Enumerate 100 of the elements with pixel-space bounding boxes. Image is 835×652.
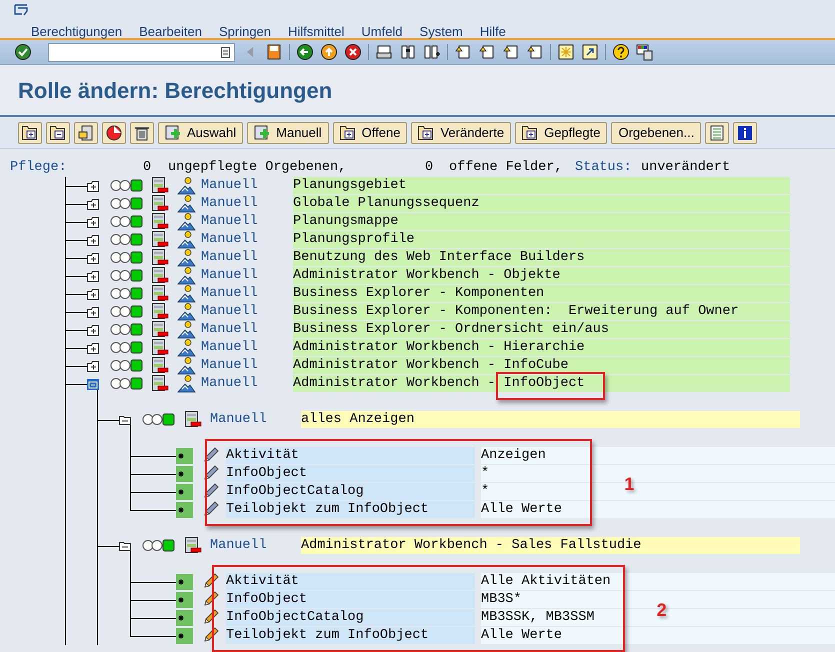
document-icon — [152, 339, 169, 356]
help-icon[interactable] — [612, 43, 630, 61]
person-mountain-icon — [177, 177, 196, 195]
info-icon[interactable] — [733, 122, 758, 144]
binoculars-icon[interactable] — [399, 43, 417, 61]
expand-icon[interactable] — [87, 361, 99, 372]
maintenance-label[interactable]: Manuell — [201, 249, 258, 267]
document-icon — [152, 213, 169, 230]
toolbar-button[interactable]: Auswahl — [158, 122, 244, 144]
field-value: Alle Werte — [481, 501, 835, 518]
menu-item[interactable]: Berechtigungen — [31, 22, 122, 42]
tree-node-text: Administrator Workbench - InfoCube — [293, 357, 790, 374]
status-lights-icon — [110, 359, 144, 372]
history-icon[interactable] — [221, 46, 230, 58]
last-page-icon[interactable] — [526, 43, 544, 61]
cancel-icon[interactable] — [344, 43, 362, 61]
person-mountain-icon — [177, 303, 196, 321]
status-lights-icon — [110, 305, 144, 318]
new-window-icon[interactable] — [557, 43, 575, 61]
unmaintained-text: ungepflegte Orgebenen, — [168, 159, 346, 177]
print-icon[interactable] — [375, 43, 393, 61]
maintenance-label[interactable]: Manuell — [201, 339, 258, 357]
document-icon — [185, 537, 202, 554]
expand-all-icon[interactable] — [18, 122, 42, 144]
maintenance-label[interactable]: Manuell — [201, 195, 258, 213]
expand-icon[interactable] — [87, 235, 99, 246]
status-lights-icon — [110, 179, 144, 192]
status-lights-icon — [110, 341, 144, 354]
person-mountain-icon — [177, 285, 196, 303]
first-page-icon[interactable] — [454, 43, 472, 61]
status-lights-icon — [110, 233, 144, 246]
person-mountain-icon — [177, 339, 196, 357]
system-menu-icon[interactable] — [14, 4, 28, 16]
maintenance-label[interactable]: Manuell — [201, 177, 258, 195]
page-title: Rolle ändern: Berechtigungen — [18, 76, 332, 105]
maintenance-label[interactable]: Manuell — [201, 357, 258, 375]
menu-item[interactable]: Umfeld — [361, 22, 403, 42]
binoculars-plus-icon[interactable] — [423, 43, 441, 61]
toolbar-button[interactable]: Manuell — [247, 122, 329, 144]
command-field[interactable] — [48, 42, 235, 62]
expand-icon[interactable] — [87, 307, 99, 318]
next-page-icon[interactable] — [502, 43, 520, 61]
back-icon[interactable] — [296, 43, 314, 61]
toolbar-button[interactable]: Veränderte — [411, 122, 512, 144]
save-icon[interactable] — [265, 43, 283, 61]
maintenance-label[interactable]: Manuell — [201, 231, 258, 249]
maintenance-label[interactable]: Manuell — [210, 411, 267, 429]
field-name: InfoObject — [226, 465, 475, 482]
expand-icon[interactable] — [87, 325, 99, 336]
maintenance-label[interactable]: Manuell — [201, 321, 258, 339]
list-icon[interactable] — [705, 122, 730, 144]
menu-item[interactable]: System — [420, 22, 463, 42]
field-name: Teilobjekt zum InfoObject — [226, 501, 475, 518]
maintenance-label[interactable]: Manuell — [201, 213, 258, 231]
tree-node-text: Business Explorer - Ordnersicht ein/aus — [293, 321, 790, 338]
person-mountain-icon — [177, 375, 196, 393]
document-icon — [152, 249, 169, 266]
document-icon — [152, 177, 169, 194]
pie-chart-icon[interactable] — [102, 122, 126, 144]
field-name: Aktivität — [226, 447, 475, 464]
menu-item[interactable]: Springen — [218, 22, 272, 42]
field-name: Aktivität — [226, 573, 475, 590]
tree-node-text: Business Explorer - Komponenten — [293, 285, 790, 302]
document-icon — [185, 411, 202, 428]
expand-icon[interactable] — [87, 343, 99, 354]
expand-icon[interactable] — [87, 199, 99, 210]
collapse-icon[interactable] — [119, 415, 131, 425]
enter-icon[interactable] — [14, 43, 32, 61]
menu-item[interactable]: Bearbeiten — [139, 22, 202, 42]
menu-item[interactable]: Hilfsmittel — [288, 22, 344, 42]
collapse-all-icon[interactable] — [46, 122, 70, 144]
person-mountain-icon — [177, 267, 196, 285]
maintenance-label[interactable]: Manuell — [201, 375, 258, 393]
add-icon — [165, 124, 181, 140]
status-lights-icon — [142, 539, 176, 552]
maintenance-label[interactable]: Manuell — [201, 303, 258, 321]
person-mountain-icon — [177, 321, 196, 339]
previous-page-icon[interactable] — [478, 43, 496, 61]
toolbar-button[interactable]: Offene — [332, 122, 408, 144]
expand-icon[interactable] — [87, 289, 99, 300]
expand-icon[interactable] — [87, 217, 99, 228]
exit-icon[interactable] — [320, 43, 338, 61]
status-lights-icon — [110, 287, 144, 300]
shortcut-icon[interactable] — [581, 43, 599, 61]
layout-icon[interactable] — [636, 43, 654, 61]
document-icon — [152, 285, 169, 302]
tree-node-text: Planungsmappe — [293, 213, 790, 230]
menu-item[interactable]: Hilfe — [480, 22, 506, 42]
trash-icon[interactable] — [130, 122, 154, 144]
expand-icon[interactable] — [87, 271, 99, 282]
document-icon[interactable] — [74, 122, 98, 144]
collapse-icon[interactable] — [87, 379, 99, 390]
collapse-icon[interactable] — [119, 541, 131, 551]
expand-icon[interactable] — [87, 181, 99, 192]
expand-icon[interactable] — [87, 253, 99, 264]
toolbar-button[interactable]: Gepflegte — [515, 122, 608, 144]
maintenance-label[interactable]: Manuell — [201, 267, 258, 285]
maintenance-label[interactable]: Manuell — [201, 285, 258, 303]
maintenance-label[interactable]: Manuell — [210, 537, 267, 555]
toolbar-button[interactable]: Orgebenen... — [611, 122, 702, 144]
